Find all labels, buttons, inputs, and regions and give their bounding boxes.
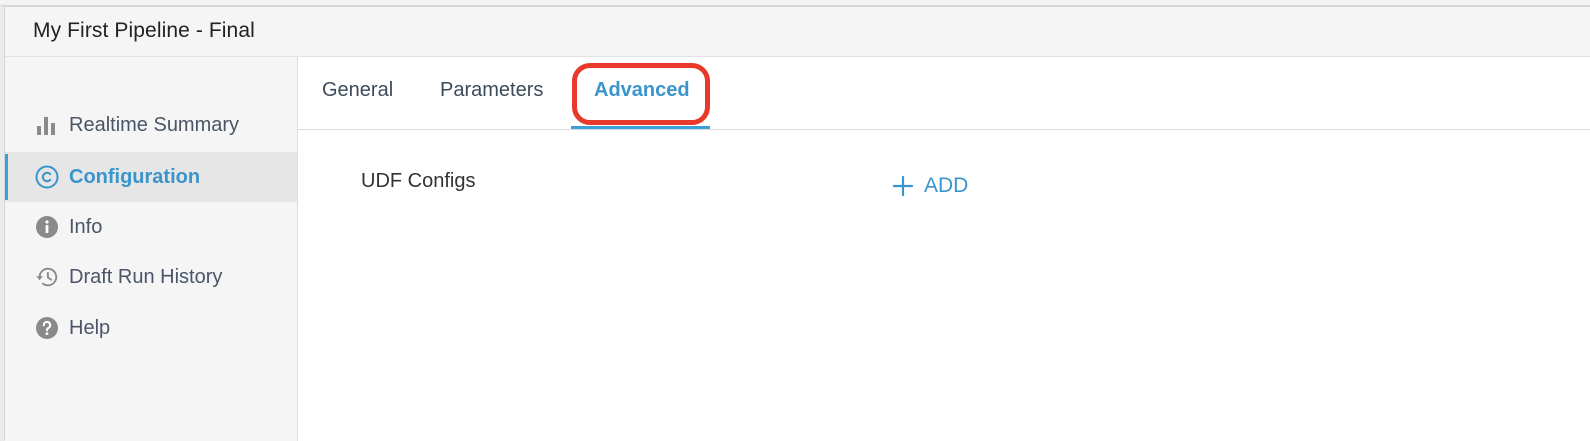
sidebar-item-label: Configuration — [69, 165, 201, 188]
header-bar: My First Pipeline - Final — [5, 7, 1590, 57]
active-tab-indicator — [571, 126, 710, 129]
udf-configs-label: UDF Configs — [361, 170, 476, 192]
tab-parameters[interactable]: Parameters — [440, 79, 543, 102]
sidebar-item-label: Draft Run History — [69, 265, 223, 288]
sidebar-item-label: Info — [69, 215, 103, 238]
sidebar-item-draft-run-history[interactable]: Draft Run History — [5, 252, 297, 302]
sidebar-item-label: Realtime Summary — [69, 113, 240, 136]
app-frame: My First Pipeline - Final Realtime Summa… — [4, 6, 1590, 441]
tab-bar: General Parameters Advanced — [298, 57, 1590, 130]
pipeline-title: My First Pipeline - Final — [33, 19, 255, 42]
sidebar-item-help[interactable]: Help — [5, 303, 297, 353]
sidebar-item-configuration[interactable]: Configuration — [5, 152, 297, 202]
main-content: General Parameters Advanced UDF Configs … — [298, 57, 1590, 441]
sidebar-item-label: Help — [69, 316, 111, 339]
sidebar-item-realtime-summary[interactable]: Realtime Summary — [5, 100, 297, 150]
sidebar-item-info[interactable]: Info — [5, 202, 297, 252]
add-udf-config-button[interactable]: ADD — [892, 169, 968, 203]
help-icon — [35, 316, 59, 340]
tab-advanced[interactable]: Advanced — [594, 79, 690, 102]
bar-chart-icon — [35, 113, 59, 137]
plus-icon — [892, 175, 914, 197]
sidebar: Realtime Summary Configuration Info Draf… — [5, 57, 298, 441]
add-button-label: ADD — [924, 174, 969, 197]
info-icon — [35, 215, 59, 239]
circled-c-icon — [35, 165, 59, 189]
tab-general[interactable]: General — [322, 79, 393, 102]
history-icon — [35, 265, 59, 289]
